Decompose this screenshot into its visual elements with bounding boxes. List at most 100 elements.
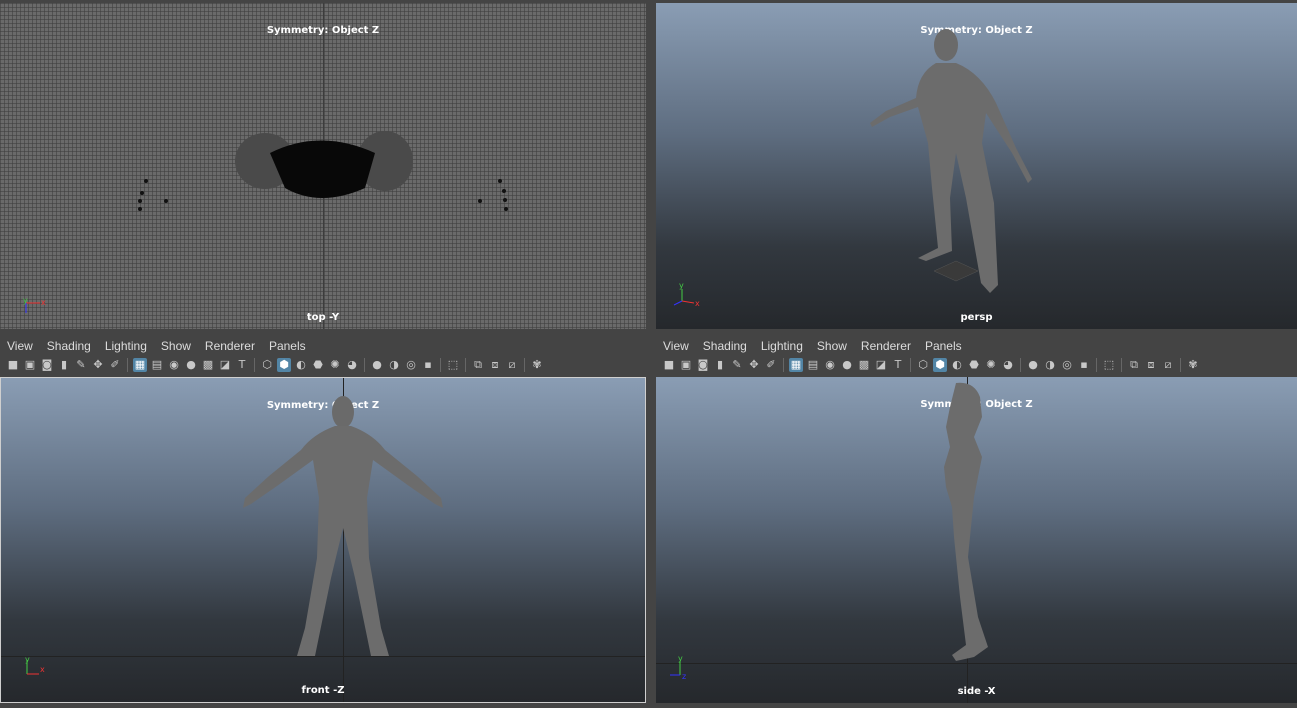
menu-panels[interactable]: Panels: [262, 339, 313, 353]
field-chart-icon[interactable]: ▩: [857, 358, 871, 372]
persp-view-model[interactable]: [656, 3, 1297, 329]
resolution-gate-icon[interactable]: ◉: [167, 358, 181, 372]
finger-tip: [144, 179, 148, 183]
finger-tip: [504, 207, 508, 211]
gate-mask-icon[interactable]: ●: [840, 358, 854, 372]
shadows-icon[interactable]: ◕: [345, 358, 359, 372]
isolate-select-icon[interactable]: ⬚: [1102, 358, 1116, 372]
svg-text:x: x: [41, 298, 46, 307]
screen-space-ao-icon[interactable]: ●: [370, 358, 384, 372]
side-view-model[interactable]: [656, 377, 1297, 703]
film-gate-icon[interactable]: ▤: [150, 358, 164, 372]
toolbar-separator: [524, 358, 525, 372]
xray-active-icon[interactable]: ⧄: [1161, 358, 1175, 372]
screen-space-ao-icon[interactable]: ●: [1026, 358, 1040, 372]
camera-icon[interactable]: ■: [6, 358, 20, 372]
menu-view[interactable]: View: [0, 339, 40, 353]
front-view-model[interactable]: [1, 378, 646, 703]
multisample-aa-icon[interactable]: ◎: [404, 358, 418, 372]
body-shape: [243, 426, 443, 656]
camera-attr-icon[interactable]: ◙: [40, 358, 54, 372]
camera-attr-icon[interactable]: ◙: [696, 358, 710, 372]
grid-icon[interactable]: ▦: [133, 358, 147, 372]
resolution-gate-icon[interactable]: ◉: [823, 358, 837, 372]
depth-of-field-icon[interactable]: ▪: [421, 358, 435, 372]
wireframe-icon[interactable]: ⬡: [916, 358, 930, 372]
finger-tip: [138, 207, 142, 211]
motion-blur-icon[interactable]: ◑: [387, 358, 401, 372]
textured-icon[interactable]: ⬣: [311, 358, 325, 372]
toolbar-separator: [1121, 358, 1122, 372]
menu-show[interactable]: Show: [154, 339, 198, 353]
finger-tip: [140, 191, 144, 195]
menu-renderer[interactable]: Renderer: [198, 339, 262, 353]
bookmark-icon[interactable]: ▮: [57, 358, 71, 372]
wireframe-on-shaded-icon[interactable]: ◐: [950, 358, 964, 372]
gate-mask-icon[interactable]: ●: [184, 358, 198, 372]
smooth-shade-icon[interactable]: ⬢: [277, 358, 291, 372]
safe-action-icon[interactable]: ◪: [218, 358, 232, 372]
xray-joints-icon[interactable]: ⧈: [488, 358, 502, 372]
finger-tip: [478, 199, 482, 203]
safe-title-icon[interactable]: T: [891, 358, 905, 372]
xray-active-icon[interactable]: ⧄: [505, 358, 519, 372]
2d-pan-icon[interactable]: ✥: [91, 358, 105, 372]
menu-shading[interactable]: Shading: [40, 339, 98, 353]
field-chart-icon[interactable]: ▩: [201, 358, 215, 372]
head-shape: [934, 29, 958, 61]
default-light-icon[interactable]: ✺: [328, 358, 342, 372]
svg-text:x: x: [695, 299, 700, 308]
menu-lighting[interactable]: Lighting: [98, 339, 154, 353]
svg-text:y: y: [25, 656, 30, 664]
grease-pencil-icon[interactable]: ✐: [764, 358, 778, 372]
pencil-icon[interactable]: ✎: [730, 358, 744, 372]
xray-icon[interactable]: ⧉: [1127, 358, 1141, 372]
xray-icon[interactable]: ⧉: [471, 358, 485, 372]
top-view-model[interactable]: [0, 3, 646, 329]
svg-text:y: y: [23, 296, 28, 305]
grid-icon[interactable]: ▦: [789, 358, 803, 372]
xray-joints-icon[interactable]: ⧈: [1144, 358, 1158, 372]
2d-pan-icon[interactable]: ✥: [747, 358, 761, 372]
shadows-icon[interactable]: ◕: [1001, 358, 1015, 372]
toolbar-separator: [465, 358, 466, 372]
viewport-persp[interactable]: Symmetry: Object Z y x persp: [656, 3, 1297, 329]
isolate-select-icon[interactable]: ⬚: [446, 358, 460, 372]
menu-renderer[interactable]: Renderer: [854, 339, 918, 353]
multisample-aa-icon[interactable]: ◎: [1060, 358, 1074, 372]
menu-view[interactable]: View: [656, 339, 696, 353]
svg-text:y: y: [678, 655, 683, 663]
menu-show[interactable]: Show: [810, 339, 854, 353]
front-panel-toolbar: ■ ▣ ◙ ▮ ✎ ✥ ✐ ▦ ▤ ◉ ● ▩ ◪ T ⬡ ⬢ ◐ ⬣ ✺ ◕ …: [0, 354, 652, 376]
menu-lighting[interactable]: Lighting: [754, 339, 810, 353]
depth-of-field-icon[interactable]: ▪: [1077, 358, 1091, 372]
smooth-shade-icon[interactable]: ⬢: [933, 358, 947, 372]
wireframe-icon[interactable]: ⬡: [260, 358, 274, 372]
svg-text:x: x: [40, 665, 45, 674]
camera-lock-icon[interactable]: ▣: [23, 358, 37, 372]
backface-icon[interactable]: ✾: [530, 358, 544, 372]
textured-icon[interactable]: ⬣: [967, 358, 981, 372]
svg-text:y: y: [679, 281, 684, 290]
bookmark-icon[interactable]: ▮: [713, 358, 727, 372]
default-light-icon[interactable]: ✺: [984, 358, 998, 372]
wireframe-on-shaded-icon[interactable]: ◐: [294, 358, 308, 372]
menu-panels[interactable]: Panels: [918, 339, 969, 353]
motion-blur-icon[interactable]: ◑: [1043, 358, 1057, 372]
pencil-icon[interactable]: ✎: [74, 358, 88, 372]
body-shape: [944, 382, 988, 661]
backface-icon[interactable]: ✾: [1186, 358, 1200, 372]
toolbar-separator: [254, 358, 255, 372]
safe-title-icon[interactable]: T: [235, 358, 249, 372]
camera-icon[interactable]: ■: [662, 358, 676, 372]
axis-gizmo: y x: [673, 281, 700, 308]
safe-action-icon[interactable]: ◪: [874, 358, 888, 372]
viewport-front[interactable]: Symmetry: Object Z y x front -Z: [0, 377, 646, 703]
finger-tip: [138, 199, 142, 203]
camera-lock-icon[interactable]: ▣: [679, 358, 693, 372]
menu-shading[interactable]: Shading: [696, 339, 754, 353]
film-gate-icon[interactable]: ▤: [806, 358, 820, 372]
viewport-side[interactable]: Symmetry: Object Z y z side -X: [656, 377, 1297, 703]
viewport-top[interactable]: Symmetry: Object Z y x top -Y: [0, 3, 646, 329]
grease-pencil-icon[interactable]: ✐: [108, 358, 122, 372]
